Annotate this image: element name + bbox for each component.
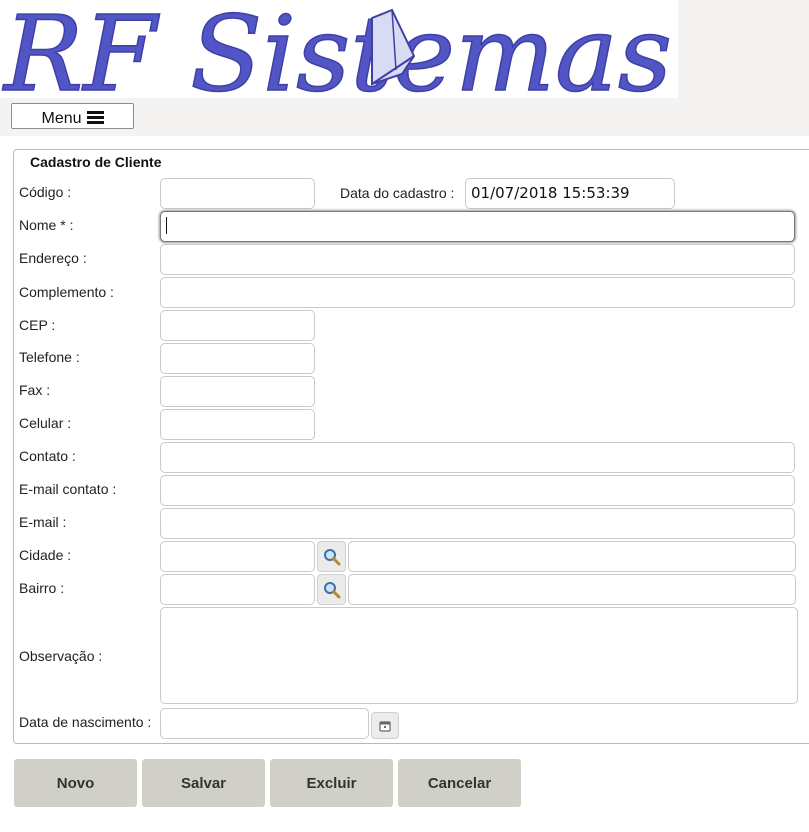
- email-input[interactable]: [160, 508, 795, 539]
- salvar-button[interactable]: Salvar: [142, 759, 265, 807]
- telefone-input[interactable]: [160, 343, 315, 374]
- cidade-code-input[interactable]: [160, 541, 315, 572]
- data-cadastro-field[interactable]: 01/07/2018 15:53:39: [465, 178, 675, 209]
- complemento-label: Complemento :: [19, 284, 114, 300]
- telefone-label: Telefone :: [19, 349, 80, 365]
- data-nascimento-label: Data de nascimento :: [19, 714, 152, 730]
- bairro-name-input[interactable]: [348, 574, 796, 605]
- rf-sistemas-logo-icon: RF Sistemas: [1, 0, 673, 98]
- data-cadastro-label: Data do cadastro :: [340, 185, 455, 201]
- logo: RF Sistemas: [0, 0, 678, 98]
- observacao-textarea[interactable]: [160, 607, 798, 704]
- cidade-label: Cidade :: [19, 547, 72, 563]
- observacao-label: Observação :: [19, 648, 103, 664]
- fax-input[interactable]: [160, 376, 315, 407]
- menu-button[interactable]: Menu: [11, 103, 134, 129]
- endereco-label: Endereço :: [19, 250, 87, 266]
- cep-input[interactable]: [160, 310, 315, 341]
- nome-label: Nome * :: [19, 217, 74, 233]
- email-label: E-mail :: [19, 514, 67, 530]
- endereco-input[interactable]: [160, 244, 795, 275]
- calendar-button[interactable]: [371, 712, 399, 739]
- codigo-label: Código :: [19, 184, 72, 200]
- fax-label: Fax :: [19, 382, 51, 398]
- excluir-button[interactable]: Excluir: [270, 759, 393, 807]
- celular-input[interactable]: [160, 409, 315, 440]
- celular-label: Celular :: [19, 415, 72, 431]
- email-contato-label: E-mail contato :: [19, 481, 117, 497]
- contato-label: Contato :: [19, 448, 76, 464]
- cidade-name-input[interactable]: [348, 541, 796, 572]
- search-magnifier-icon: [323, 581, 340, 598]
- cidade-search-button[interactable]: [317, 541, 346, 572]
- complemento-input[interactable]: [160, 277, 795, 308]
- text-cursor: [166, 217, 167, 234]
- cep-label: CEP :: [19, 317, 56, 333]
- contato-input[interactable]: [160, 442, 795, 473]
- search-magnifier-icon: [323, 548, 340, 565]
- menu-label: Menu: [41, 110, 82, 127]
- data-nascimento-input[interactable]: [160, 708, 369, 739]
- svg-text:RF Sistemas: RF Sistemas: [2, 0, 672, 98]
- bairro-search-button[interactable]: [317, 574, 346, 605]
- form-legend: Cadastro de Cliente: [30, 154, 162, 170]
- bairro-label: Bairro :: [19, 580, 65, 596]
- hamburger-icon: [86, 111, 104, 124]
- calendar-icon: [379, 720, 391, 732]
- novo-button[interactable]: Novo: [14, 759, 137, 807]
- codigo-input[interactable]: [160, 178, 315, 209]
- nome-input[interactable]: [160, 211, 795, 242]
- bairro-code-input[interactable]: [160, 574, 315, 605]
- cancelar-button[interactable]: Cancelar: [398, 759, 521, 807]
- email-contato-input[interactable]: [160, 475, 795, 506]
